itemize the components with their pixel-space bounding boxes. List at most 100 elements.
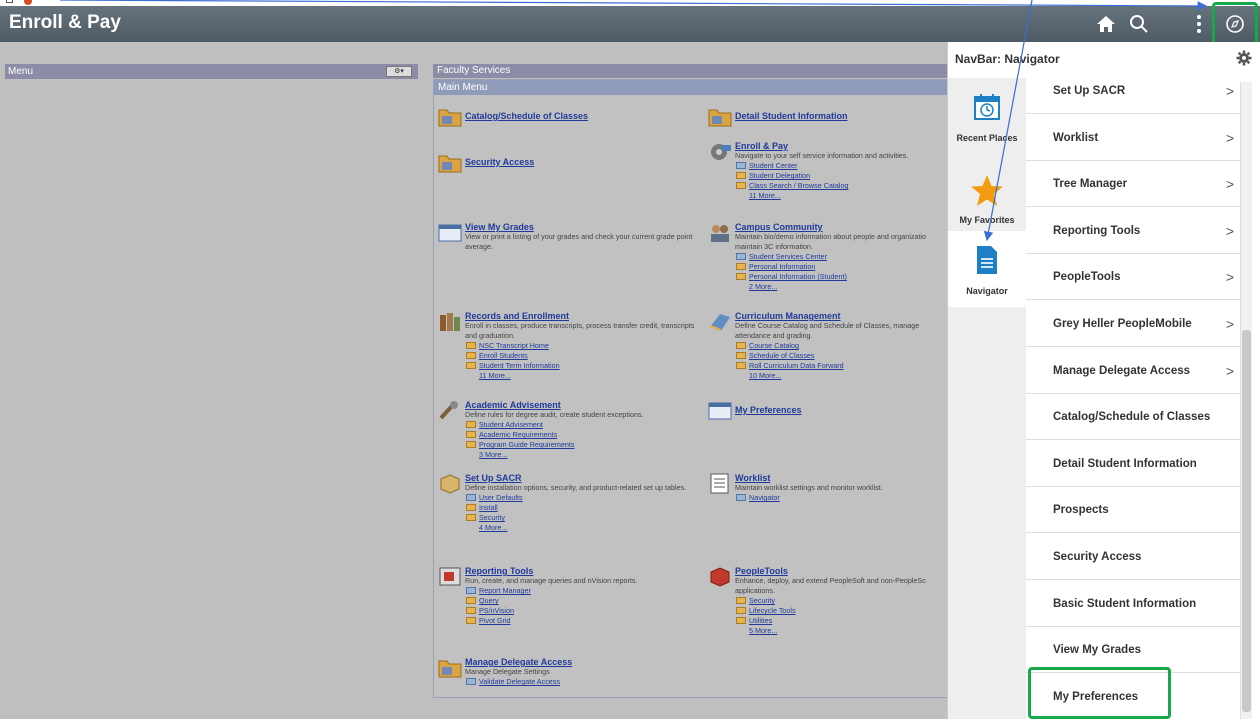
navigator-item[interactable]: Catalog/Schedule of Classes (1026, 394, 1244, 441)
tile-sub-link[interactable]: Security (465, 513, 695, 523)
tile-more-link[interactable]: 10 More... (735, 371, 955, 381)
scrollbar-thumb[interactable] (1242, 330, 1251, 712)
tools-icon (439, 401, 458, 420)
navigator-tab[interactable]: Navigator (948, 231, 1026, 307)
tile-sub-link[interactable]: Install (465, 503, 695, 513)
folder-icon (466, 514, 476, 521)
tile-sub-link[interactable]: Query (465, 596, 695, 606)
tile-title-link[interactable]: Records and Enrollment (465, 311, 695, 321)
folder-icon (736, 494, 746, 501)
tile-sub-link-label: Student Term Information (479, 361, 560, 370)
tile-sub-link[interactable]: Program Guide Requirements (465, 440, 695, 450)
folder-icon (466, 587, 476, 594)
navigator-item[interactable]: Prospects (1026, 487, 1244, 534)
tile-description: Maintain worklist settings and monitor w… (735, 483, 883, 492)
tile-more-link[interactable]: 5 More... (735, 626, 955, 636)
tile-sub-link[interactable]: Report Manager (465, 586, 695, 596)
tile-title-link[interactable]: Academic Advisement (465, 400, 695, 410)
tile-body: Campus Community Maintain bio/demo inform… (735, 222, 955, 292)
tile-sub-link[interactable]: PS/nVision (465, 606, 695, 616)
navigator-item[interactable]: Reporting Tools > (1026, 208, 1244, 254)
tile-sub-link[interactable]: Navigator (735, 493, 955, 503)
tile-sub-link[interactable]: Schedule of Classes (735, 351, 955, 361)
tile-more-link[interactable]: 3 More... (465, 450, 695, 460)
tile-sub-link[interactable]: Student Center (735, 161, 955, 171)
folder-icon (736, 182, 746, 189)
navigator-item[interactable]: Worklist > (1026, 115, 1244, 161)
folder-icon (466, 494, 476, 501)
tile-sub-link[interactable]: Roll Curriculum Data Forward (735, 361, 955, 371)
chevron-right-icon: > (1225, 129, 1234, 146)
menu-title: Menu (8, 66, 34, 77)
tile-title-link[interactable]: Enroll & Pay (735, 141, 955, 151)
tile-title-link[interactable]: Security Access (465, 157, 534, 167)
tile-title-link[interactable]: Detail Student Information (735, 111, 848, 121)
tile-sub-link-label: User Defaults (479, 493, 523, 502)
pagelet-options-button[interactable]: ⚙▾ (386, 66, 412, 77)
folder-icon (466, 352, 476, 359)
tile-title-link[interactable]: Curriculum Management (735, 311, 955, 321)
tile-title-link[interactable]: PeopleTools (735, 566, 955, 576)
people-icon (711, 225, 729, 242)
tile-title-link[interactable]: Catalog/Schedule of Classes (465, 111, 588, 121)
folder-icon (466, 617, 476, 624)
tile-sub-link[interactable]: Utilities (735, 616, 955, 626)
tile-sub-link[interactable]: Security (735, 596, 955, 606)
tile-sub-link[interactable]: Enroll Students (465, 351, 695, 361)
scrollbar[interactable] (1240, 82, 1252, 719)
tile-sub-link-label: Course Catalog (749, 341, 799, 350)
tile-sub-link[interactable]: Class Search / Browse Catalog (735, 181, 955, 191)
highlight-box-my-preferences (1028, 667, 1171, 719)
tile-sub-link[interactable]: User Defaults (465, 493, 695, 503)
navigator-item[interactable]: Tree Manager > (1026, 161, 1244, 208)
navigator-item-label: Grey Heller PeopleMobile (1053, 318, 1192, 330)
tile-title-link[interactable]: Campus Community (735, 222, 955, 232)
search-icon[interactable] (1126, 10, 1152, 38)
tile-more-link[interactable]: 11 More... (465, 371, 695, 381)
tile-more-link[interactable]: 4 More... (465, 523, 695, 533)
folder-icon (736, 253, 746, 260)
tile-title-link[interactable]: Manage Delegate Access (465, 657, 695, 667)
navigator-item[interactable]: PeopleTools > (1026, 254, 1244, 301)
folder-icon (736, 172, 746, 179)
tile-body: Records and Enrollment Enroll in classes,… (465, 311, 695, 381)
tile-sub-link[interactable]: Validate Delegate Access (465, 677, 695, 687)
tile-sub-link[interactable]: Pivot Grid (465, 616, 695, 626)
tile-sub-link[interactable]: Course Catalog (735, 341, 955, 351)
navigator-item[interactable]: Security Access (1026, 534, 1244, 580)
tile-sub-link[interactable]: NSC Transcript Home (465, 341, 695, 351)
recent-places-tab[interactable]: Recent Places (948, 90, 1026, 166)
navigator-item[interactable]: Manage Delegate Access > (1026, 348, 1244, 394)
folder-icon (466, 678, 476, 685)
tile-sub-link[interactable]: Student Term Information (465, 361, 695, 371)
more-options-icon[interactable] (1186, 10, 1212, 38)
list-icon (710, 473, 729, 494)
tile-title-link[interactable]: Set Up SACR (465, 473, 695, 483)
navigator-item[interactable]: Grey Heller PeopleMobile > (1026, 301, 1244, 347)
tile-title-link[interactable]: View My Grades (465, 222, 695, 232)
tile-sub-link-label: Schedule of Classes (749, 351, 815, 360)
tile-sub-link[interactable]: Student Services Center (735, 252, 955, 262)
main-menu-pagelet: Main Menu Catalog/Schedule of Classes Det… (433, 79, 963, 698)
tile-sub-link[interactable]: Student Advisement (465, 420, 695, 430)
tile-title-link[interactable]: My Preferences (735, 405, 802, 415)
home-icon[interactable] (1093, 10, 1119, 38)
my-favorites-label: My Favorites (959, 215, 1015, 225)
tile-sub-link[interactable]: Student Delegation (735, 171, 955, 181)
tile-body: Worklist Maintain worklist settings and m… (735, 473, 955, 503)
tile-sub-link-label: Report Manager (479, 586, 531, 595)
tile-title-link[interactable]: Worklist (735, 473, 955, 483)
tile-sub-link[interactable]: Personal Information (735, 262, 955, 272)
tile-sub-link[interactable]: Personal Information (Student) (735, 272, 955, 282)
tile-more-link[interactable]: 11 More... (735, 191, 955, 201)
navigator-item[interactable]: Detail Student Information (1026, 441, 1244, 487)
chevron-right-icon: > (1225, 362, 1234, 379)
navigator-item[interactable]: Basic Student Information (1026, 581, 1244, 627)
navigator-item[interactable]: Set Up SACR > (1026, 68, 1244, 114)
gear-icon (711, 144, 731, 160)
tile-title-link[interactable]: Reporting Tools (465, 566, 695, 576)
tile-sub-link[interactable]: Lifecycle Tools (735, 606, 955, 616)
tile-sub-link-label: Pivot Grid (479, 616, 511, 625)
tile-more-link[interactable]: 2 More... (735, 282, 955, 292)
tile-sub-link[interactable]: Academic Requirements (465, 430, 695, 440)
